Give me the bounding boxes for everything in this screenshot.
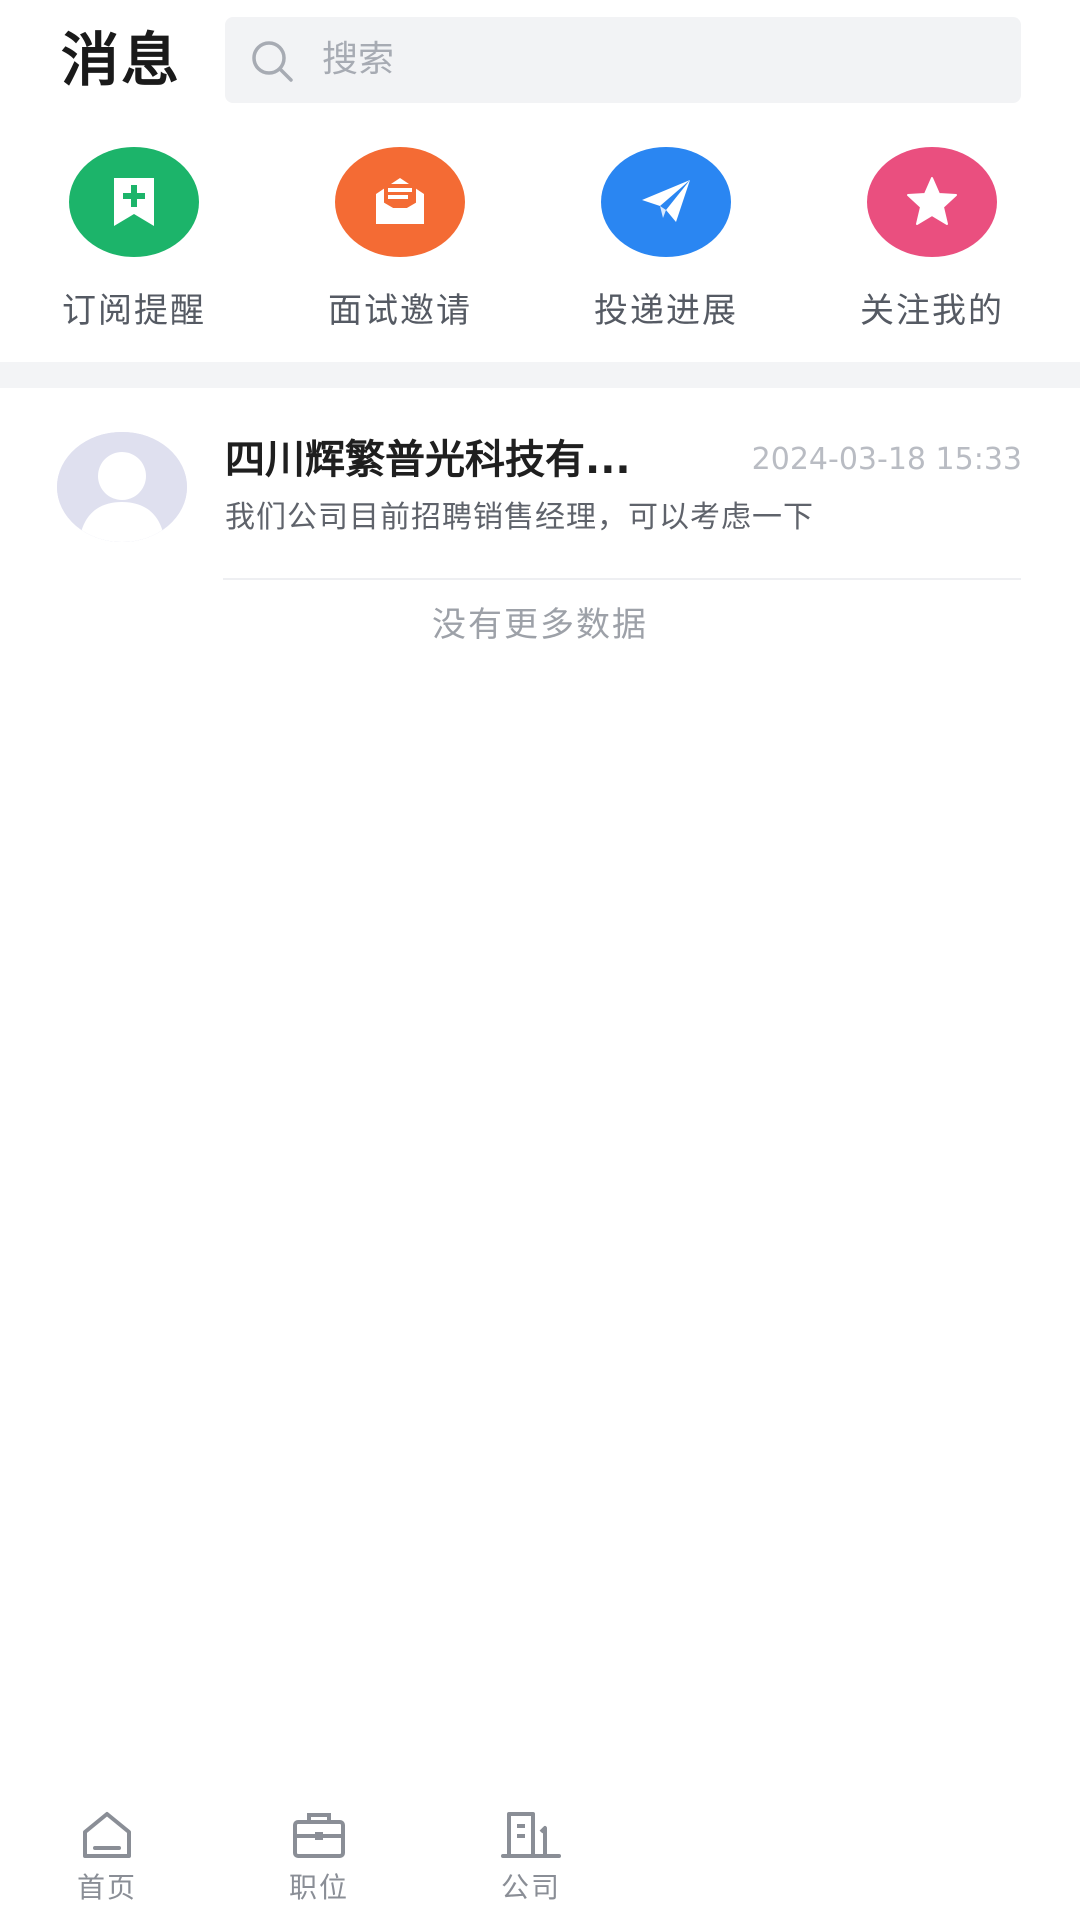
message-time: 2024-03-18 15:33: [751, 442, 1022, 477]
envelope-icon: [376, 178, 424, 224]
list-end-text: 没有更多数据: [432, 605, 648, 645]
shortcut-label: 订阅提醒: [62, 291, 206, 331]
header: 消息 搜索: [0, 0, 1080, 120]
shortcut-row: 订阅提醒 面试邀请 投递进展 关注我的: [0, 145, 1080, 335]
shortcut-label: 投递进展: [594, 291, 738, 331]
tab-label: 公司: [500, 1871, 561, 1904]
search-input[interactable]: 搜索: [225, 17, 1021, 103]
tab-label: 职位: [288, 1871, 349, 1904]
shortcut-followed-me[interactable]: 关注我的: [832, 145, 1032, 335]
section-divider: [0, 362, 1080, 388]
bottom-tab-bar: 首页 职位 公司: [0, 1790, 1080, 1920]
shortcut-circle: [601, 147, 731, 257]
briefcase-icon: [293, 1813, 345, 1858]
tab-home[interactable]: 首页: [37, 1790, 177, 1920]
company-name: 四川辉繁普光科技有...: [225, 437, 631, 483]
tab-company[interactable]: 公司: [461, 1790, 601, 1920]
shortcut-label: 关注我的: [860, 291, 1004, 331]
tab-jobs[interactable]: 职位: [249, 1790, 389, 1920]
tab-label: 首页: [76, 1871, 137, 1904]
search-icon: [252, 41, 293, 82]
paper-plane-icon: [642, 180, 690, 222]
shortcut-circle: [867, 147, 997, 257]
shortcut-circle: [335, 147, 465, 257]
list-item[interactable]: 四川辉繁普光科技有... 2024-03-18 15:33 我们公司目前招聘销售…: [0, 388, 1080, 578]
message-preview: 我们公司目前招聘销售经理，可以考虑一下: [225, 500, 814, 535]
star-icon: [907, 177, 957, 225]
page-title: 消息: [61, 26, 182, 94]
list-divider: [223, 578, 1021, 580]
building-icon: [501, 1812, 561, 1858]
messages-page: 消息 搜索 订阅提醒 面试邀请 投递进展 关注我的 四川辉繁普光科技有... 2…: [0, 0, 1080, 1920]
home-icon: [83, 1812, 131, 1858]
search-placeholder: 搜索: [322, 39, 395, 80]
default-avatar-icon: [57, 432, 187, 542]
shortcut-label: 面试邀请: [328, 291, 472, 331]
bookmark-plus-icon: [114, 178, 154, 226]
shortcut-subscription-reminder[interactable]: 订阅提醒: [34, 145, 234, 335]
shortcut-delivery-progress[interactable]: 投递进展: [566, 145, 766, 335]
shortcut-interview-invitation[interactable]: 面试邀请: [300, 145, 500, 335]
shortcut-circle: [69, 147, 199, 257]
